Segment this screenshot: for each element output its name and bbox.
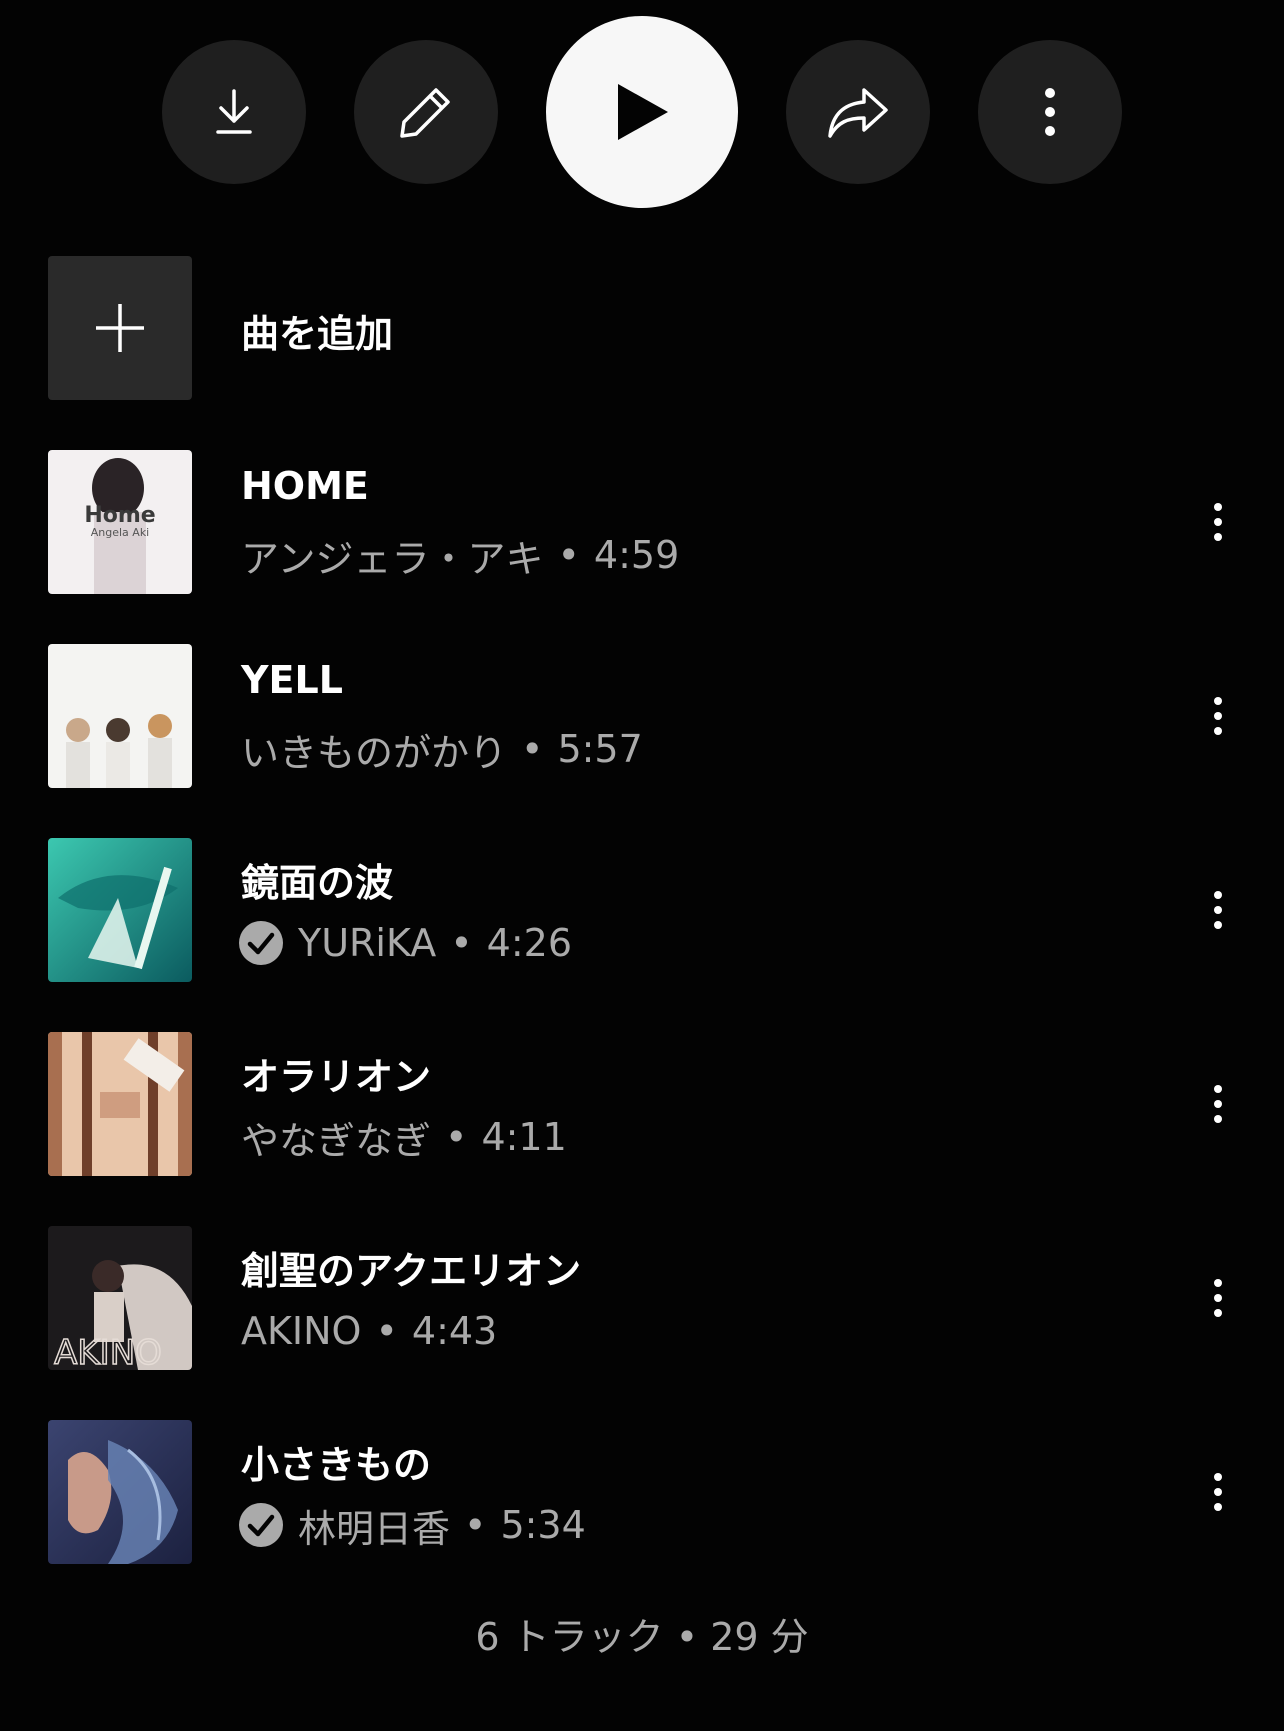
track-artist: アンジェラ・アキ <box>241 536 544 581</box>
more-vertical-icon <box>1214 1473 1222 1511</box>
play-button[interactable] <box>546 16 738 208</box>
track-menu-button[interactable] <box>1194 1462 1242 1522</box>
track-subtitle: 林明日香 • 5:34 <box>239 1500 586 1551</box>
download-button[interactable] <box>162 40 306 184</box>
download-icon <box>216 89 252 134</box>
share-icon <box>828 88 888 138</box>
track-title: オラリオン <box>241 1055 432 1099</box>
track-subtitle: YURiKA • 4:26 <box>239 918 572 968</box>
track-title: YELL <box>241 658 343 702</box>
album-art <box>48 644 192 788</box>
track-duration: 4:26 <box>486 921 572 965</box>
album-art <box>48 1032 192 1176</box>
track-menu-button[interactable] <box>1194 492 1242 552</box>
svg-text:Home: Home <box>84 503 155 528</box>
track-row[interactable]: オラリオン やなぎなぎ • 4:11 <box>0 1032 1284 1176</box>
track-row[interactable]: YELL いきものがかり • 5:57 <box>0 644 1284 788</box>
check-circle-icon <box>239 1503 283 1547</box>
play-icon <box>618 84 668 140</box>
track-menu-button[interactable] <box>1194 880 1242 940</box>
check-circle-icon <box>239 921 283 965</box>
pencil-icon <box>400 88 450 138</box>
track-artist: 林明日香 <box>298 1506 451 1551</box>
track-row[interactable]: 鏡面の波 YURiKA • 4:26 <box>0 838 1284 982</box>
track-title: 小さきもの <box>241 1443 432 1487</box>
track-subtitle: アンジェラ・アキ • 4:59 <box>241 530 680 581</box>
track-duration: 5:34 <box>500 1503 586 1547</box>
track-row[interactable]: AKINO 創聖のアクエリオン AKINO • 4:43 <box>0 1226 1284 1370</box>
separator-dot: • <box>464 1503 487 1547</box>
more-vertical-icon <box>1214 1279 1222 1317</box>
track-subtitle: AKINO • 4:43 <box>241 1306 497 1356</box>
track-menu-button[interactable] <box>1194 686 1242 746</box>
track-title: 鏡面の波 <box>241 861 394 905</box>
more-vertical-icon <box>1045 88 1055 136</box>
track-menu-button[interactable] <box>1194 1074 1242 1134</box>
track-artist: やなぎなぎ <box>241 1118 432 1163</box>
track-subtitle: やなぎなぎ • 4:11 <box>241 1112 567 1163</box>
playlist-actions <box>0 0 1284 220</box>
album-art <box>48 1420 192 1564</box>
track-title: 創聖のアクエリオン <box>241 1249 582 1293</box>
playlist-summary: 6 トラック • 29 分 <box>475 1615 809 1659</box>
album-art: AKINO <box>48 1226 192 1370</box>
svg-text:AKINO: AKINO <box>54 1333 162 1370</box>
edit-button[interactable] <box>354 40 498 184</box>
share-button[interactable] <box>786 40 930 184</box>
plus-icon <box>96 304 144 352</box>
track-menu-button[interactable] <box>1194 1268 1242 1328</box>
more-vertical-icon <box>1214 1085 1222 1123</box>
svg-text:Angela Aki: Angela Aki <box>91 526 150 539</box>
track-subtitle: いきものがかり • 5:57 <box>241 724 643 775</box>
separator-dot: • <box>450 921 473 965</box>
track-row[interactable]: Home Angela Aki HOME アンジェラ・アキ • 4:59 <box>0 450 1284 594</box>
more-vertical-icon <box>1214 697 1222 735</box>
track-title: HOME <box>241 464 369 508</box>
separator-dot: • <box>445 1115 468 1159</box>
album-art: Home Angela Aki <box>48 450 192 594</box>
add-song-row[interactable]: 曲を追加 <box>0 256 1284 400</box>
more-button[interactable] <box>978 40 1122 184</box>
track-duration: 4:11 <box>481 1115 567 1159</box>
more-vertical-icon <box>1214 891 1222 929</box>
track-duration: 5:57 <box>557 727 643 771</box>
track-artist: AKINO <box>241 1309 362 1353</box>
track-duration: 4:43 <box>411 1309 498 1353</box>
track-row[interactable]: 小さきもの 林明日香 • 5:34 <box>0 1420 1284 1564</box>
track-duration: 4:59 <box>593 533 680 577</box>
add-song-tile <box>48 256 192 400</box>
add-song-label: 曲を追加 <box>241 312 394 356</box>
separator-dot: • <box>557 533 580 577</box>
track-artist: YURiKA <box>298 921 437 965</box>
more-vertical-icon <box>1214 503 1222 541</box>
separator-dot: • <box>521 727 544 771</box>
album-art <box>48 838 192 982</box>
track-artist: いきものがかり <box>241 730 508 775</box>
separator-dot: • <box>375 1309 398 1353</box>
